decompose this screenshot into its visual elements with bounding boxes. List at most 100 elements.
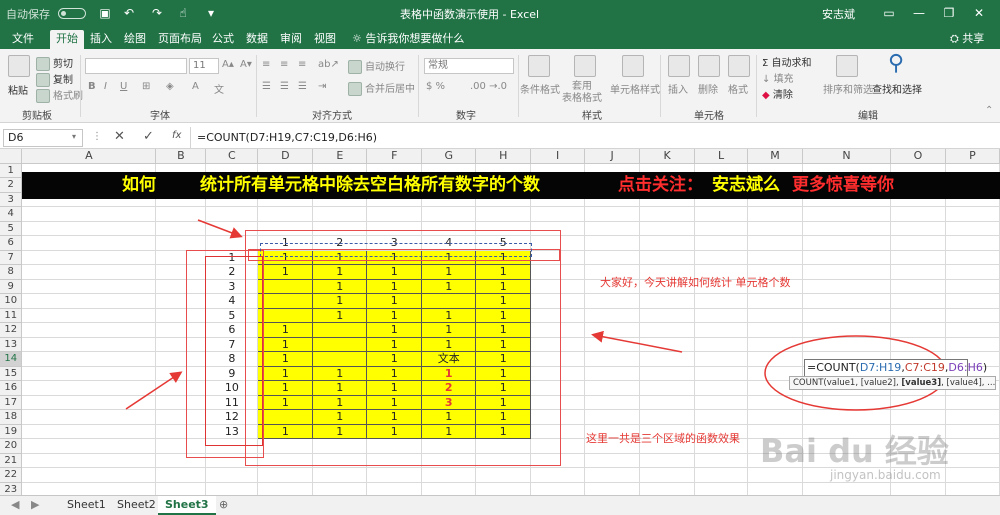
cell[interactable] [945,351,1000,367]
cell[interactable] [205,467,259,483]
row-header[interactable]: 20 [0,438,23,454]
row-header[interactable]: 19 [0,424,23,439]
cell[interactable] [945,395,1000,410]
cell[interactable] [312,467,368,483]
row-header[interactable]: 1 [0,163,23,178]
column-header[interactable]: B [155,149,207,164]
cell[interactable] [312,206,368,222]
cell[interactable] [747,293,804,309]
add-sheet-icon[interactable]: ⊕ [212,496,235,515]
cell[interactable] [945,467,1000,483]
cell[interactable] [890,337,946,352]
cell[interactable] [802,467,891,483]
cell[interactable] [21,250,157,265]
format-table-icon[interactable] [574,55,596,77]
sheet-tab-1[interactable]: Sheet1 [60,496,113,515]
cell[interactable] [747,424,804,439]
insert-cells-icon[interactable] [668,55,690,77]
cell[interactable] [890,467,946,483]
cell[interactable] [639,293,696,309]
column-header[interactable]: P [945,149,1000,164]
cell[interactable] [945,279,1000,294]
cell[interactable] [21,409,157,425]
tab-review[interactable]: 审阅 [274,30,308,49]
cell[interactable] [205,482,259,495]
cell[interactable] [421,482,477,495]
cell-styles-button[interactable]: 单元格样式 [610,81,660,96]
save-icon[interactable]: ▣ [96,4,114,22]
cell-styles-icon[interactable] [622,55,644,77]
cell[interactable] [747,206,804,222]
shrink-font-icon[interactable]: A▾ [240,59,252,70]
column-header[interactable]: A [21,149,157,164]
next-sheet-icon[interactable]: ▶ [24,496,46,515]
cell[interactable] [945,366,1000,381]
cell[interactable] [21,366,157,381]
cell[interactable] [747,250,804,265]
cell[interactable] [802,264,891,280]
cell[interactable] [890,438,946,454]
column-header[interactable]: H [475,149,532,164]
cell[interactable] [21,438,157,454]
cell[interactable] [639,235,696,251]
row-header[interactable]: 8 [0,264,23,280]
cell[interactable] [890,293,946,309]
clear-button[interactable]: ◆ 清除 [762,86,793,101]
cell[interactable] [945,409,1000,425]
cell[interactable] [945,322,1000,338]
orientation-icon[interactable]: ab↗ [318,59,339,70]
font-color-icon[interactable]: A [192,81,199,92]
cell[interactable] [890,308,946,323]
conditional-format-icon[interactable] [528,55,550,77]
indent-icon[interactable]: ⇥ [318,81,326,92]
cell[interactable] [639,206,696,222]
cell[interactable] [639,380,696,396]
cell[interactable] [584,380,641,396]
cell[interactable] [945,250,1000,265]
cell[interactable] [747,235,804,251]
cell[interactable] [21,395,157,410]
cell[interactable] [639,467,696,483]
cell[interactable] [694,235,749,251]
cell[interactable] [747,322,804,338]
tab-data[interactable]: 数据 [240,30,274,49]
fill-color-icon[interactable]: ◈ [166,81,174,92]
format-cells-icon[interactable] [728,55,750,77]
cell[interactable] [21,482,157,495]
autosum-button[interactable]: Σ 自动求和 [762,54,812,69]
user-name[interactable]: 安志斌 [822,6,855,22]
cell[interactable] [694,351,749,367]
cell[interactable] [257,482,314,495]
copy-button[interactable]: 复制 [36,71,73,87]
cell[interactable] [890,206,946,222]
cell[interactable] [945,424,1000,439]
cell[interactable] [530,467,586,483]
cell[interactable] [945,221,1000,236]
formula-input[interactable]: =COUNT(D7:H19,C7:C19,D6:H6) [197,131,377,144]
cell[interactable] [802,395,891,410]
phonetic-icon[interactable]: 文 [214,81,224,96]
delete-cells-icon[interactable] [698,55,720,77]
cell[interactable] [21,351,157,367]
cell[interactable] [584,482,641,495]
sort-filter-button[interactable]: 排序和筛选 [823,81,873,96]
cell[interactable] [945,206,1000,222]
cell[interactable] [694,366,749,381]
tab-formulas[interactable]: 公式 [206,30,240,49]
cell[interactable] [747,467,804,483]
column-header[interactable]: O [890,149,946,164]
sheet-tab-3[interactable]: Sheet3 [158,496,216,515]
cell[interactable] [694,467,749,483]
cell[interactable] [366,206,423,222]
cell[interactable] [694,221,749,236]
cell[interactable] [747,337,804,352]
row-header[interactable]: 22 [0,467,23,483]
row-header[interactable]: 21 [0,453,23,468]
cell[interactable] [21,235,157,251]
cell[interactable] [945,235,1000,251]
cell[interactable] [639,482,696,495]
name-box-dropdown-icon[interactable]: ▾ [72,132,76,141]
cell[interactable] [890,409,946,425]
column-header[interactable]: C [205,149,259,164]
cell[interactable] [890,322,946,338]
